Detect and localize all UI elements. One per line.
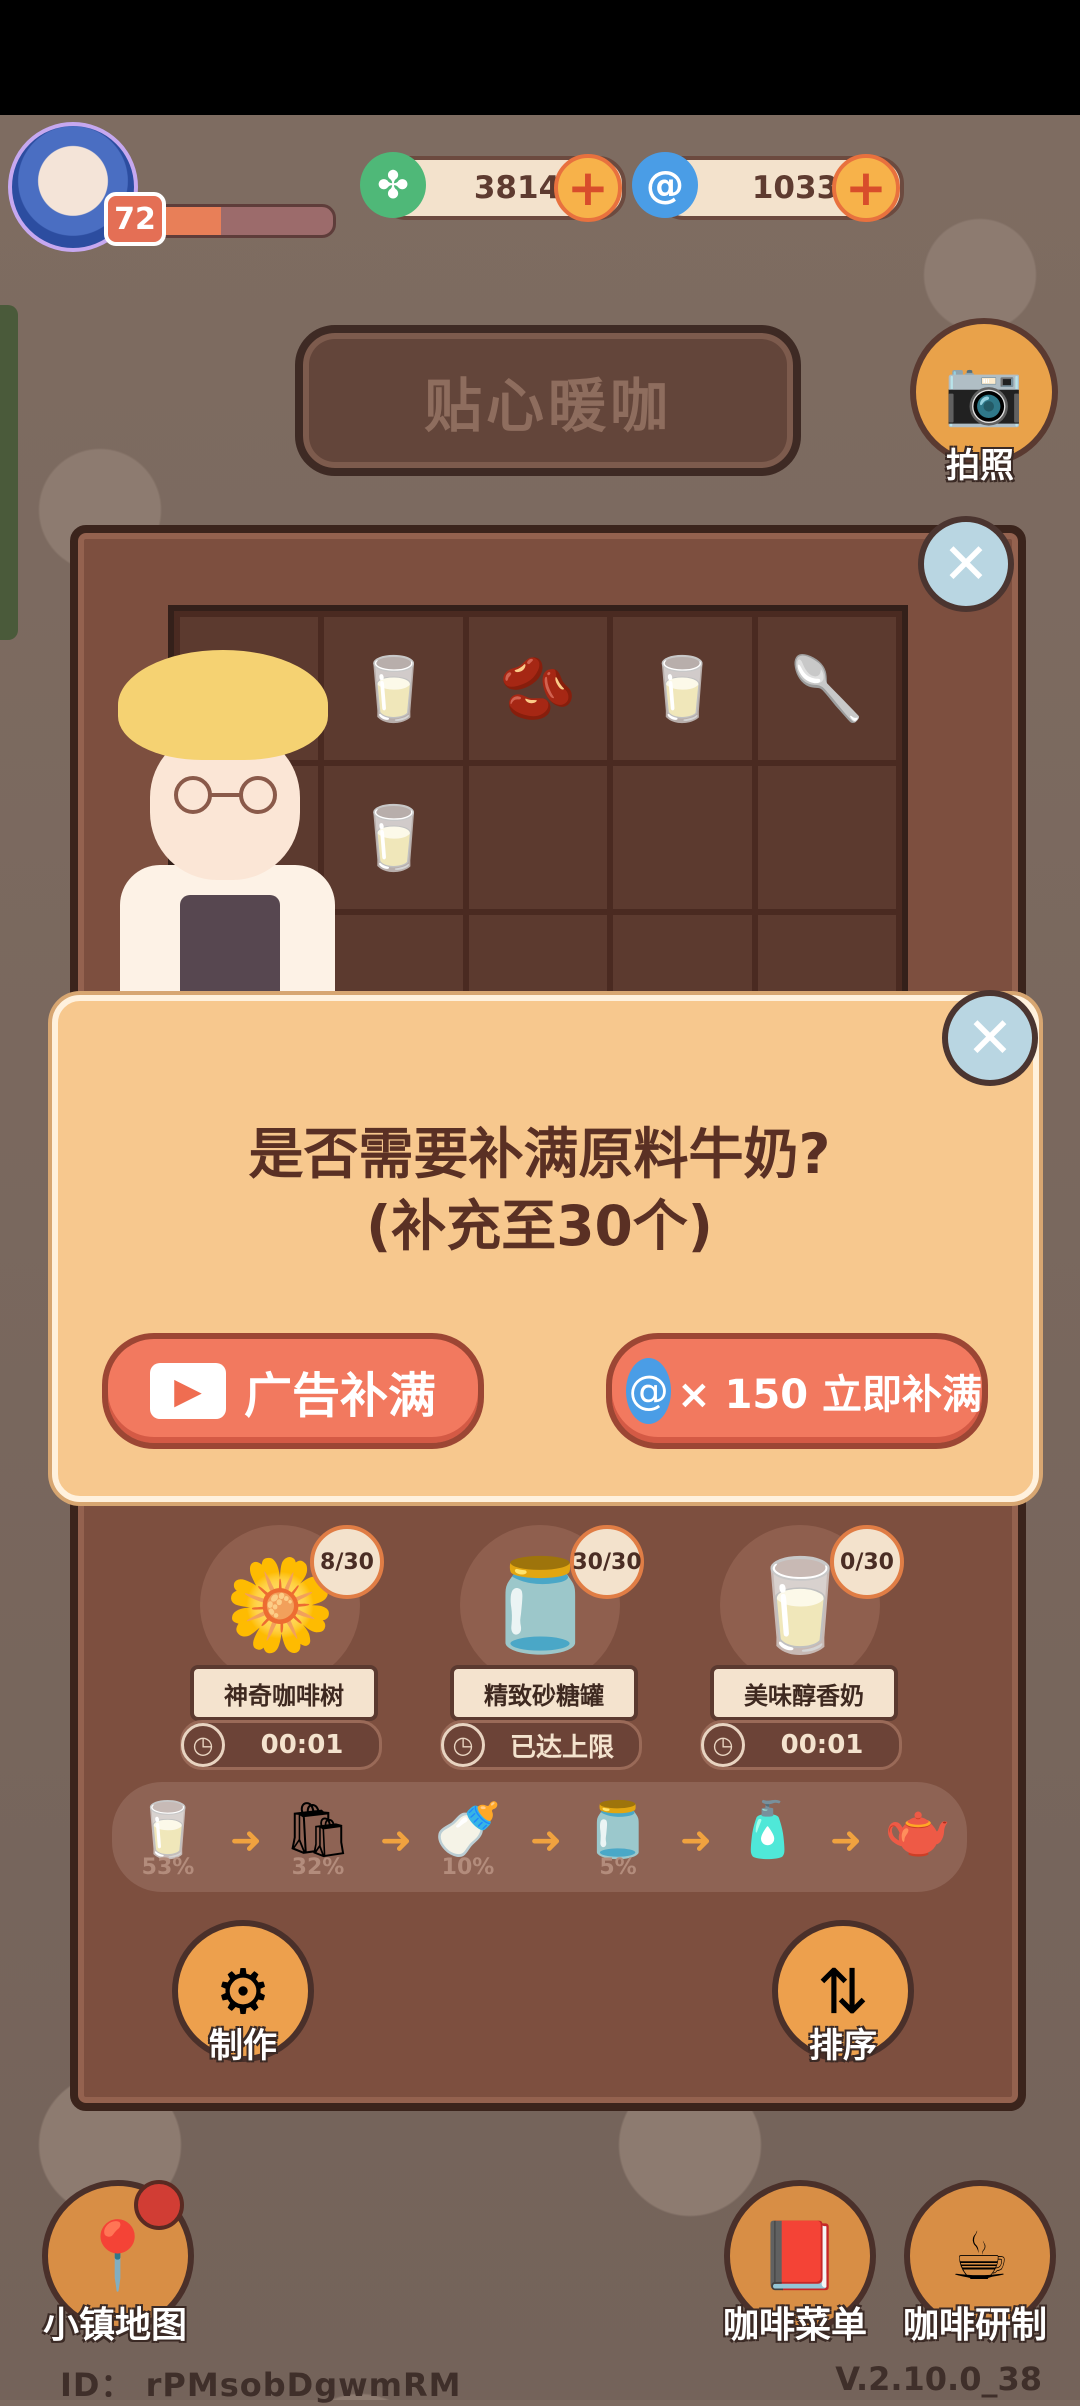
chain-item-icon: 🧴 xyxy=(734,1798,802,1861)
grid-cell[interactable]: 🥛 xyxy=(324,617,463,760)
ad-refill-label: 广告补满 xyxy=(243,1368,436,1424)
source-name: 神奇咖啡树 xyxy=(190,1665,378,1721)
grid-cell[interactable] xyxy=(757,915,896,999)
chain-item: 🧴 xyxy=(728,1795,808,1861)
source-count: 0/30 xyxy=(830,1525,904,1599)
source-timer: ◷ 00:01 xyxy=(700,1720,902,1770)
barista-hair xyxy=(118,650,328,760)
add-gem-button[interactable]: + xyxy=(832,154,900,222)
swirl-gem-icon: @ xyxy=(626,1358,672,1424)
make-label: 制作 xyxy=(209,2026,277,2066)
xp-bar xyxy=(150,204,336,238)
chain-arrow-icon: ➜ xyxy=(830,1818,862,1862)
grid-cell[interactable] xyxy=(468,766,608,909)
coffee-menu-label: 咖啡菜单 xyxy=(722,2305,867,2346)
source-milk-carton[interactable]: 🥛 0/30 美味醇香奶 ◷ 00:01 xyxy=(700,1525,904,1815)
map-pin-icon: 📍 xyxy=(76,2217,160,2294)
grid-cell[interactable] xyxy=(757,766,896,909)
version-text: V.2.10.0_38 xyxy=(835,2360,1042,2398)
play-icon: ▶ xyxy=(149,1363,226,1419)
chain-item: 🫖 xyxy=(878,1795,958,1861)
coffee-cup-icon: ☕ xyxy=(950,2217,1010,2295)
dialog-line-2: (补充至30个) xyxy=(366,1194,713,1258)
sort-label: 排序 xyxy=(809,2026,877,2066)
grid-cell[interactable] xyxy=(613,766,752,909)
grid-cell[interactable] xyxy=(324,915,463,999)
source-sugar-jar[interactable]: 🫙 30/30 精致砂糖罐 ◷ 已达上限 xyxy=(440,1525,644,1815)
instant-refill-button[interactable]: @ × 150 立即补满 xyxy=(606,1333,988,1449)
clover-icon: ✤ xyxy=(360,152,426,218)
town-map-label: 小镇地图 xyxy=(42,2305,187,2346)
camera-icon: 📷 xyxy=(944,355,1024,430)
grid-cell[interactable] xyxy=(468,915,608,999)
camera-label: 拍照 xyxy=(946,446,1014,486)
dialog-line-1: 是否需要补满原料牛奶? xyxy=(248,1122,831,1186)
grid-cell[interactable]: 🥛 xyxy=(613,617,752,760)
swirl-gem-icon: @ xyxy=(632,152,698,218)
timer-text: 已达上限 xyxy=(509,1732,614,1763)
source-timer: ◷ 00:01 xyxy=(180,1720,382,1770)
source-count: 30/30 xyxy=(570,1525,644,1599)
sort-icon: ⇅ xyxy=(817,1954,869,2028)
chain-item: 🍼 10% xyxy=(428,1795,508,1880)
coffee-research-label: 咖啡研制 xyxy=(902,2305,1047,2346)
grid-cell[interactable]: 🥄 xyxy=(757,617,896,760)
chain-item: 🛍 32% xyxy=(278,1795,358,1880)
shop-title: 贴心暖咖 xyxy=(423,371,672,440)
clock-icon: ◷ xyxy=(701,1723,745,1767)
dialog-close-button[interactable]: ✕ xyxy=(942,990,1038,1086)
add-clover-button[interactable]: + xyxy=(554,154,622,222)
timer-text: 00:01 xyxy=(260,1730,344,1760)
chain-item-icon: 🫖 xyxy=(884,1798,952,1861)
menu-book-icon: 📕 xyxy=(758,2217,842,2294)
instant-refill-label: × 150 立即补满 xyxy=(677,1372,982,1418)
clock-icon: ◷ xyxy=(441,1723,485,1767)
timer-text: 00:01 xyxy=(780,1730,864,1760)
dialog-message: 是否需要补满原料牛奶? (补充至30个) xyxy=(52,1118,1027,1262)
chain-arrow-icon: ➜ xyxy=(530,1818,562,1862)
source-count: 8/30 xyxy=(310,1525,384,1599)
close-icon: ✕ xyxy=(942,531,990,597)
chain-item: 🥛 53% xyxy=(128,1795,208,1880)
panel-close-button[interactable]: ✕ xyxy=(918,516,1014,612)
source-coffee-tree[interactable]: 🌼 8/30 神奇咖啡树 ◷ 00:01 xyxy=(180,1525,384,1815)
barista-apron xyxy=(180,895,280,1000)
close-icon: ✕ xyxy=(966,1005,1014,1071)
grid-cell[interactable]: 🥛 xyxy=(324,766,463,909)
grid-cell[interactable]: 🫘 xyxy=(468,617,608,760)
grid-cell[interactable] xyxy=(613,915,752,999)
player-id: ID： rPMsobDgwmRM xyxy=(60,2366,462,2404)
source-name: 精致砂糖罐 xyxy=(450,1665,638,1721)
level-badge: 72 xyxy=(104,192,166,246)
chain-arrow-icon: ➜ xyxy=(680,1818,712,1862)
chain-arrow-icon: ➜ xyxy=(230,1818,262,1862)
chain-arrow-icon: ➜ xyxy=(380,1818,412,1862)
notification-dot xyxy=(134,2180,184,2230)
clock-icon: ◷ xyxy=(181,1723,225,1767)
source-timer: ◷ 已达上限 xyxy=(440,1720,642,1770)
chain-item: 🫙 5% xyxy=(578,1795,658,1880)
shop-title-plaque: 贴心暖咖 xyxy=(295,325,801,476)
side-drawer-tab[interactable] xyxy=(0,305,18,640)
barista-glasses xyxy=(174,776,277,814)
source-name: 美味醇香奶 xyxy=(710,1665,898,1721)
grinder-icon: ⚙ xyxy=(215,1954,271,2028)
ad-refill-button[interactable]: ▶ 广告补满 xyxy=(102,1333,484,1449)
status-bar xyxy=(0,0,1080,115)
